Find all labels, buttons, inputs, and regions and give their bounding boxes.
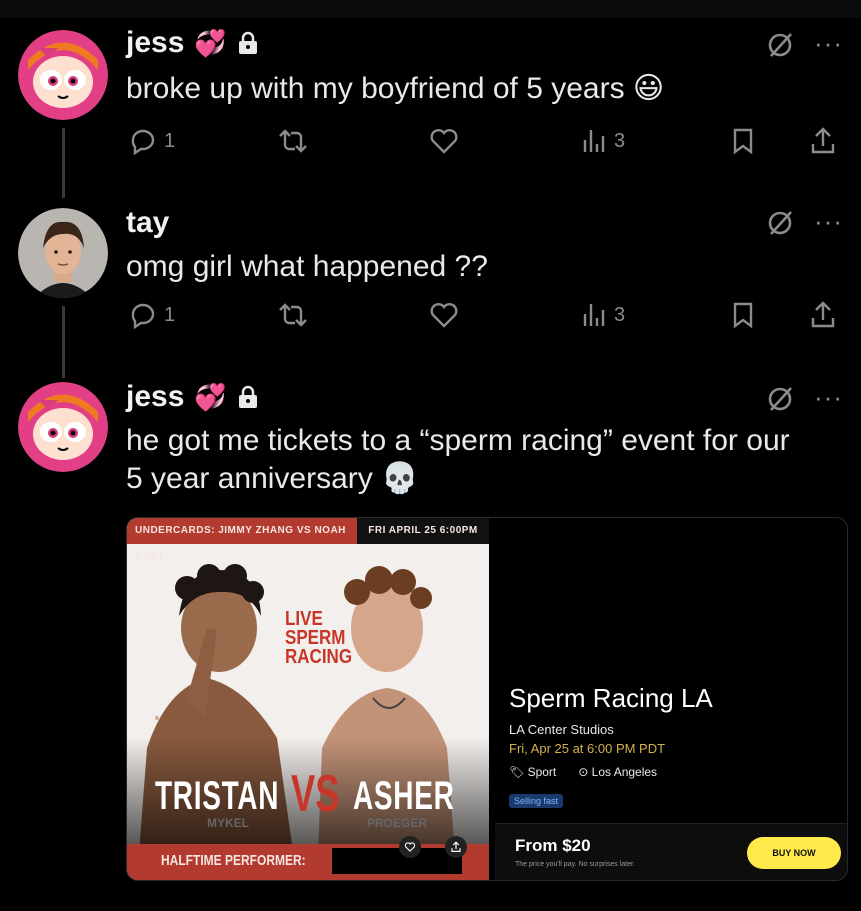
avatar[interactable] <box>18 30 108 120</box>
event-card[interactable]: UNDERCARDS: JIMMY ZHANG VS NOAH BOAT FRI… <box>126 517 848 881</box>
name-row: tay <box>126 206 169 240</box>
right-fighter-name: ASHER <box>353 774 455 818</box>
grok-icon[interactable] <box>765 384 795 414</box>
views-icon <box>583 130 605 152</box>
redaction-box <box>332 848 462 874</box>
undercards-banner: UNDERCARDS: JIMMY ZHANG VS NOAH BOAT <box>127 518 365 562</box>
heart-icon <box>430 129 458 154</box>
reply-count: 1 <box>164 129 176 152</box>
poster-like-button[interactable] <box>399 836 421 858</box>
poster-date: FRI APRIL 25 6:00PM <box>357 518 489 544</box>
share-icon <box>811 127 835 154</box>
share-icon <box>451 841 461 852</box>
thread-line <box>62 306 65 378</box>
category-tag: 🏷 Sport <box>509 765 556 779</box>
halftime-label: HALFTIME PERFORMER: <box>161 852 306 869</box>
live-sperm-racing-label: LIVE SPERM RACING <box>285 608 353 668</box>
more-options-icon[interactable]: ··· <box>814 382 843 413</box>
avatar[interactable] <box>18 382 108 472</box>
post-actions: 1 3 <box>126 126 842 166</box>
location-label: Los Angeles <box>591 765 658 779</box>
price-note: The price you'll pay. No surprises later… <box>515 861 635 868</box>
views-button[interactable]: 3 <box>580 300 625 330</box>
location-tag: ⊙ Los Angeles <box>578 765 657 779</box>
post-text: broke up with my boyfriend of 5 years 😃 <box>126 72 665 105</box>
share-button[interactable] <box>808 126 838 156</box>
avatar[interactable] <box>18 208 108 298</box>
lock-icon <box>238 31 257 54</box>
views-icon <box>583 304 605 326</box>
location-pin-icon: ⊙ <box>578 765 589 779</box>
event-poster[interactable]: UNDERCARDS: JIMMY ZHANG VS NOAH BOAT FRI… <box>127 518 489 880</box>
bookmark-button[interactable] <box>730 300 756 330</box>
halftime-banner: HALFTIME PERFORMER: <box>127 844 489 880</box>
hearts-emoji: 💞 <box>194 381 227 412</box>
left-fighter-subname: MYKEL <box>207 816 249 830</box>
bookmark-icon <box>733 128 753 155</box>
repost-button[interactable] <box>276 126 310 156</box>
buy-now-button[interactable]: BUY NOW <box>747 837 841 869</box>
thread-line <box>62 128 65 198</box>
left-fighter-name: TRISTAN <box>155 774 280 818</box>
vs-label: VS <box>291 765 340 823</box>
display-name[interactable]: tay <box>126 206 169 240</box>
views-button[interactable]: 3 <box>580 126 625 156</box>
lock-icon <box>238 385 257 408</box>
event-venue: LA Center Studios <box>509 722 614 737</box>
poster-art <box>127 518 489 880</box>
name-row: jess 💞 <box>126 380 259 414</box>
category-label: Sport <box>527 765 557 779</box>
post-text-line: 5 year anniversary 💀 <box>126 462 419 495</box>
more-options-icon[interactable]: ··· <box>814 28 843 59</box>
display-name[interactable]: jess <box>126 380 184 414</box>
post-2[interactable]: tay omg girl what happened ?? ··· 1 3 <box>0 200 861 378</box>
bookmark-button[interactable] <box>730 126 756 156</box>
reply-button[interactable]: 1 <box>128 126 175 156</box>
repost-button[interactable] <box>276 300 310 330</box>
like-button[interactable] <box>428 126 460 156</box>
share-icon <box>811 301 835 328</box>
name-row: jess 💞 <box>126 26 259 60</box>
share-button[interactable] <box>808 300 838 330</box>
views-count: 3 <box>614 303 626 326</box>
event-tags: 🏷 Sport ⊙ Los Angeles <box>509 765 657 779</box>
hearts-emoji: 💞 <box>194 27 227 58</box>
post-text-line: he got me tickets to a “sperm racing” ev… <box>126 424 790 457</box>
selling-fast-badge: Selling fast <box>509 794 564 808</box>
more-options-icon[interactable]: ··· <box>814 206 843 237</box>
reply-button[interactable]: 1 <box>128 300 175 330</box>
views-count: 3 <box>614 129 626 152</box>
repost-icon <box>279 129 307 153</box>
event-datetime: Fri, Apr 25 at 6:00 PM PDT <box>509 741 666 756</box>
like-button[interactable] <box>428 300 460 330</box>
display-name[interactable]: jess <box>126 26 184 60</box>
reply-icon <box>131 129 155 156</box>
event-info: Sperm Racing LA LA Center Studios Fri, A… <box>495 518 847 880</box>
bookmark-icon <box>733 302 753 329</box>
reply-icon <box>131 303 155 330</box>
event-title[interactable]: Sperm Racing LA <box>509 683 713 714</box>
grok-icon[interactable] <box>765 30 795 60</box>
tag-icon: 🏷 <box>509 765 525 779</box>
post-actions: 1 3 <box>126 300 842 340</box>
heart-icon <box>404 842 416 852</box>
post-text: omg girl what happened ?? <box>126 250 488 283</box>
price-label: From $20 <box>515 836 591 855</box>
reply-count: 1 <box>164 303 176 326</box>
poster-share-button[interactable] <box>445 836 467 858</box>
post-1[interactable]: jess 💞 broke up with my boyfriend of 5 y… <box>0 0 861 200</box>
heart-icon <box>430 303 458 328</box>
grok-icon[interactable] <box>765 208 795 238</box>
right-fighter-subname: PROEGER <box>367 816 428 830</box>
purchase-bar: From $20 The price you'll pay. No surpri… <box>495 823 847 880</box>
post-text: he got me tickets to a “sperm racing” ev… <box>126 422 846 498</box>
repost-icon <box>279 303 307 327</box>
